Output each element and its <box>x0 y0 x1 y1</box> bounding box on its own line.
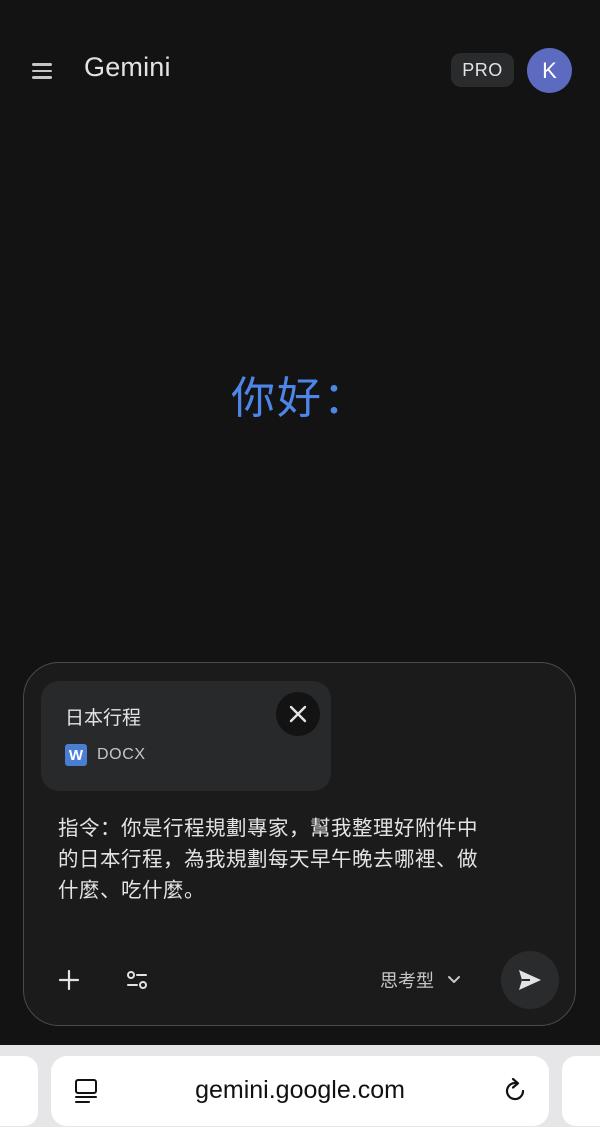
previous-tab[interactable] <box>0 1056 38 1126</box>
attachment-type: W DOCX <box>65 744 146 766</box>
prompt-input[interactable]: 指令：你是行程規劃專家，幫我整理好附件中 的日本行程，為我規劃每天早午晚去哪裡、… <box>58 813 528 906</box>
prompt-line: 的日本行程，為我規劃每天早午晚去哪裡、做 <box>58 847 478 871</box>
model-selector[interactable]: 思考型 <box>380 967 462 993</box>
attachment-name: 日本行程 <box>65 707 142 729</box>
avatar[interactable]: K <box>527 48 572 93</box>
word-document-icon: W <box>65 744 87 766</box>
menu-icon[interactable] <box>32 58 58 84</box>
browser-bottom-bar: gemini.google.com <box>0 1045 600 1127</box>
composer-toolbar: 思考型 <box>24 951 577 1011</box>
prompt-composer: 日本行程 W DOCX 指令：你是行程規劃專家，幫我整理好附件中 的日本行程，為… <box>23 662 576 1026</box>
pro-badge: PRO <box>451 53 514 87</box>
send-icon <box>519 970 541 990</box>
prompt-line: 指令：你是行程規劃專家，幫我整理好附件中 <box>58 816 478 840</box>
add-content-button[interactable] <box>54 965 84 995</box>
chevron-down-icon <box>448 976 460 983</box>
gemini-app: Gemini PRO K 你好： 日本行程 W DOCX 指令：你是行程規劃專家… <box>0 0 600 1045</box>
tune-icon <box>127 971 147 989</box>
attachment-card[interactable]: 日本行程 W DOCX <box>41 681 331 791</box>
prompt-line: 什麼、吃什麼。 <box>58 878 205 902</box>
attachment-type-label: DOCX <box>97 746 146 763</box>
app-title: Gemini <box>84 52 171 82</box>
reload-icon[interactable] <box>500 1076 530 1106</box>
next-tab[interactable] <box>562 1056 600 1126</box>
url-text: gemini.google.com <box>195 1076 405 1104</box>
close-icon <box>289 705 307 723</box>
top-bar: Gemini PRO K <box>0 0 600 140</box>
plus-icon <box>58 969 80 991</box>
remove-attachment-button[interactable] <box>276 692 320 736</box>
tools-button[interactable] <box>122 965 152 995</box>
address-bar[interactable]: gemini.google.com <box>51 1056 549 1126</box>
send-button[interactable] <box>501 951 559 1009</box>
greeting-heading: 你好： <box>231 373 369 424</box>
model-label: 思考型 <box>380 971 434 992</box>
